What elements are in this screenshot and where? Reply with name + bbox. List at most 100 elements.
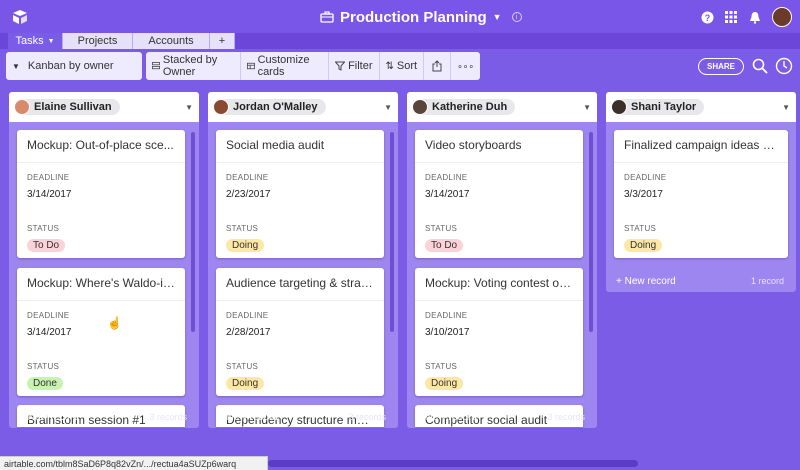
filter-button[interactable]: Filter: [329, 52, 380, 80]
status-badge: To Do: [27, 239, 66, 252]
customize-cards-button[interactable]: Customize cards: [241, 52, 330, 80]
bell-icon[interactable]: [748, 10, 762, 24]
deadline-value: 3/14/2017: [27, 327, 72, 338]
column-footer: + New record 3 records: [9, 406, 199, 428]
kanban-column: Katherine Duh ▼ Video storyboards DEADLI…: [407, 92, 597, 428]
status-badge: Doing: [624, 239, 663, 252]
owner-pill: Shani Taylor: [611, 99, 705, 115]
hand-cursor-icon: ☝: [107, 316, 122, 330]
kanban-column: Shani Taylor ▼ Finalized campaign ideas …: [606, 92, 796, 292]
avatar: [412, 99, 428, 115]
svg-text:?: ?: [704, 13, 710, 23]
record-card[interactable]: Audience targeting & strat... DEADLINE 2…: [216, 268, 384, 396]
column-header[interactable]: Shani Taylor ▼: [606, 92, 796, 122]
status-label: STATUS: [27, 362, 60, 371]
plus-icon: +: [218, 35, 226, 47]
owner-name: Katherine Duh: [432, 101, 508, 113]
apps-grid-icon[interactable]: [724, 10, 738, 24]
column-footer: + New record 3 records: [407, 406, 597, 428]
record-card[interactable]: Video storyboards DEADLINE 3/14/2017 STA…: [415, 130, 583, 258]
airtable-logo-icon[interactable]: [12, 9, 28, 25]
column-header[interactable]: Jordan O'Malley ▼: [208, 92, 398, 122]
deadline-value: 3/14/2017: [27, 189, 72, 200]
customize-cards-label: Customize cards: [257, 54, 310, 78]
more-icon: ∘∘∘: [457, 60, 474, 71]
help-icon[interactable]: ?: [700, 10, 714, 24]
divider: [216, 162, 384, 163]
record-card[interactable]: Mockup: Out-of-place sce... DEADLINE 3/1…: [17, 130, 185, 258]
new-record-button[interactable]: + New record: [19, 412, 79, 423]
column-footer: + New record 3 records: [208, 406, 398, 428]
status-badge: Done: [27, 377, 63, 390]
card-title: Mockup: Voting contest on...: [425, 276, 573, 290]
status-label: STATUS: [226, 362, 259, 371]
card-title: Mockup: Out-of-place sce...: [27, 138, 174, 152]
tab-accounts[interactable]: Accounts: [132, 33, 209, 49]
status-label: STATUS: [425, 224, 458, 233]
tab-label: Accounts: [148, 35, 194, 47]
table-tabs: Tasks ▼ Projects Accounts +: [0, 33, 800, 49]
horizontal-scrollbar[interactable]: [268, 460, 638, 467]
share-button[interactable]: SHARE: [697, 58, 744, 75]
divider: [17, 162, 185, 163]
new-record-button[interactable]: + New record: [417, 412, 477, 423]
avatar: [213, 99, 229, 115]
page-title: Production Planning: [340, 8, 487, 26]
history-icon[interactable]: [774, 56, 794, 76]
status-badge: Doing: [425, 377, 464, 390]
chevron-down-icon[interactable]: ▼: [493, 12, 502, 22]
deadline-value: 2/28/2017: [226, 327, 271, 338]
status-label: STATUS: [27, 224, 60, 233]
divider: [415, 300, 583, 301]
record-card[interactable]: Mockup: Voting contest on... DEADLINE 3/…: [415, 268, 583, 396]
search-icon[interactable]: [750, 56, 770, 76]
filter-label: Filter: [348, 60, 373, 72]
base-title[interactable]: Production Planning ▼ i: [320, 7, 522, 27]
deadline-label: DEADLINE: [425, 311, 468, 320]
owner-pill: Jordan O'Malley: [213, 99, 326, 115]
chevron-down-icon[interactable]: ▼: [185, 103, 193, 112]
column-scrollbar[interactable]: [191, 132, 195, 332]
record-card[interactable]: Finalized campaign ideas &... DEADLINE 3…: [614, 130, 788, 258]
record-card[interactable]: Social media audit DEADLINE 2/23/2017 ST…: [216, 130, 384, 258]
record-count: 1 record: [750, 276, 784, 286]
share-icon: [432, 60, 442, 72]
stacked-by-button[interactable]: Stacked by Owner: [146, 52, 241, 80]
card-title: Social media audit: [226, 138, 325, 152]
avatar: [14, 99, 30, 115]
column-scrollbar[interactable]: [589, 132, 593, 332]
owner-name: Jordan O'Malley: [233, 101, 318, 113]
chevron-down-icon[interactable]: ▼: [583, 103, 591, 112]
card-icon: [246, 62, 255, 70]
column-header[interactable]: Katherine Duh ▼: [407, 92, 597, 122]
card-title: Finalized campaign ideas &...: [624, 138, 778, 152]
deadline-label: DEADLINE: [425, 173, 468, 182]
new-record-button[interactable]: + New record: [218, 412, 278, 423]
deadline-value: 2/23/2017: [226, 189, 271, 200]
tab-label: Projects: [77, 35, 118, 47]
deadline-value: 3/10/2017: [425, 327, 470, 338]
avatar: [611, 99, 627, 115]
column-header[interactable]: Elaine Sullivan ▼: [9, 92, 199, 122]
tab-tasks[interactable]: Tasks ▼: [8, 33, 62, 49]
card-title: Video storyboards: [425, 138, 522, 152]
record-card[interactable]: Mockup: Where's Waldo-in... DEADLINE 3/1…: [17, 268, 185, 396]
user-avatar[interactable]: [772, 7, 792, 27]
status-url: airtable.com/tblm8SaD6P8q82vZn/.../rectu…: [0, 456, 268, 470]
deadline-label: DEADLINE: [226, 311, 269, 320]
add-table-button[interactable]: +: [209, 33, 235, 49]
view-switcher[interactable]: ▼ Kanban by owner: [6, 52, 142, 80]
tab-projects[interactable]: Projects: [62, 33, 132, 49]
column-scrollbar[interactable]: [390, 132, 394, 332]
sort-button[interactable]: ⇅ Sort: [380, 52, 425, 80]
divider: [17, 300, 185, 301]
deadline-label: DEADLINE: [624, 173, 667, 182]
share-view-button[interactable]: [424, 52, 452, 80]
new-record-button[interactable]: + New record: [616, 276, 676, 287]
info-icon[interactable]: i: [511, 12, 522, 22]
tab-label: Tasks: [15, 35, 44, 47]
chevron-down-icon[interactable]: ▼: [782, 103, 790, 112]
more-options-button[interactable]: ∘∘∘: [451, 52, 480, 80]
status-badge: Doing: [226, 377, 265, 390]
chevron-down-icon[interactable]: ▼: [384, 103, 392, 112]
